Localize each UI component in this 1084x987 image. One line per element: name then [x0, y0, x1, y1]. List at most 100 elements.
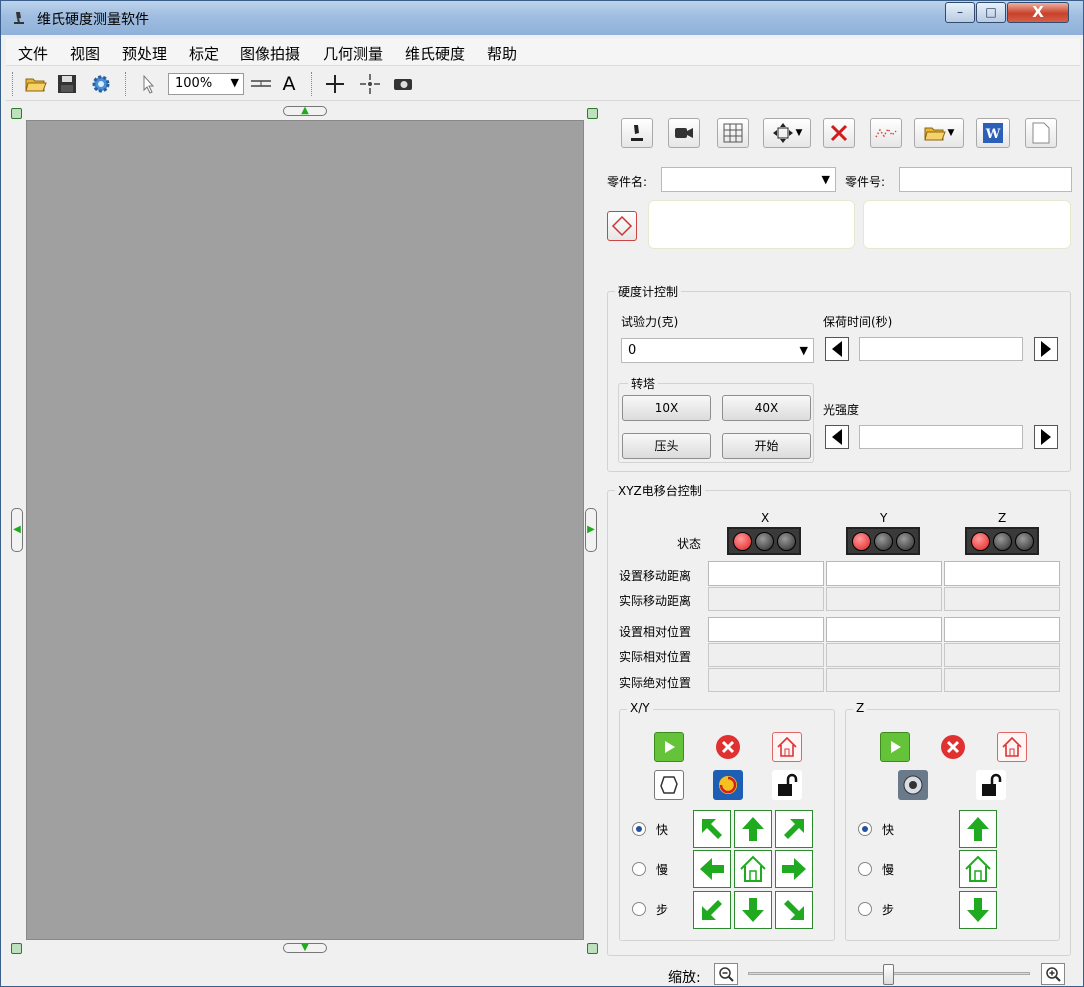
- move-up-button[interactable]: [734, 810, 772, 848]
- save-icon[interactable]: [55, 72, 79, 96]
- z-stop-button[interactable]: [938, 732, 968, 762]
- collapse-top-button[interactable]: ▲: [283, 106, 327, 116]
- xy-speed-step-radio[interactable]: [632, 902, 646, 916]
- center-target-icon[interactable]: [358, 72, 382, 96]
- dwell-decrease-button[interactable]: [825, 337, 849, 361]
- z-down-button[interactable]: [959, 891, 997, 929]
- corner-handle-bottom-left[interactable]: [11, 943, 22, 954]
- move-up-right-button[interactable]: [775, 810, 813, 848]
- menu-preprocess[interactable]: 预处理: [122, 43, 167, 64]
- new-document-button[interactable]: [1025, 118, 1057, 148]
- arrow-up-icon: ▲: [301, 105, 309, 116]
- z-home-button[interactable]: [997, 732, 1027, 762]
- move-down-button[interactable]: [734, 891, 772, 929]
- toolbar-grip[interactable]: [125, 72, 128, 96]
- grid-button[interactable]: [717, 118, 749, 148]
- z-lock-button[interactable]: [976, 770, 1006, 800]
- collapse-bottom-button[interactable]: ▼: [283, 943, 327, 953]
- z-set-relative-input[interactable]: [944, 617, 1060, 642]
- export-word-button[interactable]: W: [976, 118, 1010, 148]
- crosshair-icon[interactable]: [323, 72, 347, 96]
- move-down-right-button[interactable]: [775, 891, 813, 929]
- xy-stop-button[interactable]: [713, 732, 743, 762]
- z-speed-fast-radio[interactable]: [858, 822, 872, 836]
- y-set-relative-input[interactable]: [826, 617, 942, 642]
- text-tool-icon[interactable]: A: [277, 72, 301, 96]
- menu-file[interactable]: 文件: [18, 43, 48, 64]
- dwell-increase-button[interactable]: [1034, 337, 1058, 361]
- camera-icon[interactable]: [391, 72, 415, 96]
- settings-gear-icon[interactable]: [89, 72, 113, 96]
- pointer-icon[interactable]: [137, 72, 161, 96]
- part-name-combo[interactable]: ▼: [661, 167, 836, 192]
- collapse-left-button[interactable]: ◀: [11, 508, 23, 552]
- xy-run-button[interactable]: [654, 732, 684, 762]
- menu-calibrate[interactable]: 标定: [189, 43, 219, 64]
- dwell-time-input[interactable]: [859, 337, 1023, 361]
- delete-button[interactable]: [823, 118, 855, 148]
- menu-vickers[interactable]: 维氏硬度: [405, 43, 465, 64]
- part-number-input[interactable]: [899, 167, 1072, 192]
- toolbar-grip[interactable]: [12, 72, 15, 96]
- xy-speed-fast-radio[interactable]: [632, 822, 646, 836]
- corner-handle-bottom-right[interactable]: [587, 943, 598, 954]
- z-set-distance-input[interactable]: [944, 561, 1060, 586]
- start-button[interactable]: 开始: [722, 433, 811, 459]
- microscope-tool-button[interactable]: [621, 118, 653, 148]
- menu-view[interactable]: 视图: [70, 43, 100, 64]
- move-left-button[interactable]: [693, 850, 731, 888]
- move-down-left-button[interactable]: [693, 891, 731, 929]
- microscope-icon: [14, 12, 24, 24]
- video-camera-button[interactable]: [668, 118, 700, 148]
- open-folder-icon[interactable]: [24, 72, 48, 96]
- force-combo[interactable]: 0 ▼: [621, 338, 814, 363]
- zoom-slider-thumb[interactable]: [883, 964, 894, 985]
- xy-autofocus-button[interactable]: [713, 770, 743, 800]
- z-speed-slow-radio[interactable]: [858, 862, 872, 876]
- x-set-relative-input[interactable]: [708, 617, 824, 642]
- light-increase-button[interactable]: [1034, 425, 1058, 449]
- z-run-button[interactable]: [880, 732, 910, 762]
- move-tool-dropdown[interactable]: ▼: [763, 118, 811, 148]
- zoom-in-button[interactable]: [1041, 963, 1065, 985]
- z-home-center-button[interactable]: [959, 850, 997, 888]
- z-speed-step-radio[interactable]: [858, 902, 872, 916]
- x-set-distance-input[interactable]: [708, 561, 824, 586]
- maximize-button[interactable]: □: [976, 2, 1006, 23]
- red-x-icon: [830, 124, 848, 142]
- ruler-icon[interactable]: [249, 72, 273, 96]
- close-button[interactable]: X: [1007, 2, 1069, 23]
- image-canvas[interactable]: [26, 120, 584, 940]
- minimize-button[interactable]: –: [945, 2, 975, 23]
- objective-40x-button[interactable]: 40X: [722, 395, 811, 421]
- xy-lock-button[interactable]: [772, 770, 802, 800]
- corner-handle-top-left[interactable]: [11, 108, 22, 119]
- menu-capture[interactable]: 图像拍摄: [240, 43, 300, 64]
- move-up-left-button[interactable]: [693, 810, 731, 848]
- collapse-right-button[interactable]: ▶: [585, 508, 597, 552]
- toolbar-grip[interactable]: [311, 72, 314, 96]
- z-up-button[interactable]: [959, 810, 997, 848]
- xy-shape-button[interactable]: [654, 770, 684, 800]
- objective-10x-button[interactable]: 10X: [622, 395, 711, 421]
- light-decrease-button[interactable]: [825, 425, 849, 449]
- title-bar[interactable]: 维氏硬度测量软件 – □ X: [1, 1, 1083, 35]
- move-right-button[interactable]: [775, 850, 813, 888]
- profile-curve-button[interactable]: [870, 118, 902, 148]
- z-focus-button[interactable]: [898, 770, 928, 800]
- light-intensity-input[interactable]: [859, 425, 1023, 449]
- arrow-up-right-icon: [784, 819, 804, 839]
- zoom-select[interactable]: 100% ▼: [168, 73, 244, 95]
- menu-geometry[interactable]: 几何测量: [323, 43, 383, 64]
- menu-help[interactable]: 帮助: [487, 43, 517, 64]
- corner-handle-top-right[interactable]: [587, 108, 598, 119]
- diamond-indent-button[interactable]: [607, 211, 637, 241]
- open-file-dropdown[interactable]: ▼: [914, 118, 964, 148]
- turret-group-title: 转塔: [628, 375, 659, 392]
- y-set-distance-input[interactable]: [826, 561, 942, 586]
- indenter-button[interactable]: 压头: [622, 433, 711, 459]
- xy-center-home-button[interactable]: [734, 850, 772, 888]
- zoom-out-button[interactable]: [714, 963, 738, 985]
- xy-speed-slow-radio[interactable]: [632, 862, 646, 876]
- xy-home-button[interactable]: [772, 732, 802, 762]
